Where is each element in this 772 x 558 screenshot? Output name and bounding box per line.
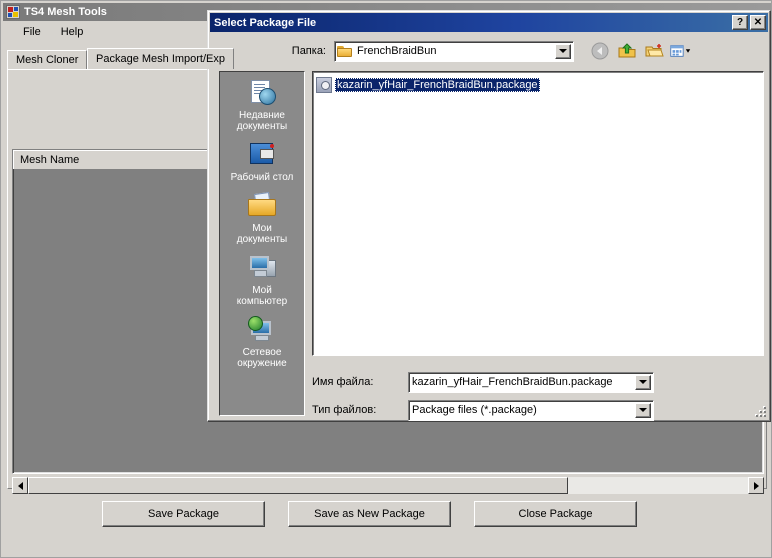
scrollbar-track[interactable] (28, 477, 748, 494)
mesh-list-horizontal-scrollbar[interactable] (12, 477, 764, 494)
file-type-value: Package files (*.package) (412, 404, 537, 416)
scroll-left-button[interactable] (12, 477, 28, 494)
places-item-recent-documents[interactable]: Недавние документы (220, 78, 304, 132)
dialog-titlebar[interactable]: Select Package File ? ✕ (210, 13, 768, 32)
look-in-dropdown-button[interactable] (555, 43, 571, 59)
chevron-down-icon (639, 380, 647, 384)
arrow-left-icon (17, 481, 23, 490)
save-package-button[interactable]: Save Package (102, 501, 265, 527)
close-button[interactable]: ✕ (750, 15, 766, 30)
screen: TS4 Mesh Tools File Help Mesh Cloner Pac… (0, 0, 772, 558)
file-list[interactable]: kazarin_yfHair_FrenchBraidBun.package (312, 71, 764, 356)
app-squares-icon (6, 5, 20, 19)
recent-documents-icon (246, 78, 278, 108)
file-name-combobox[interactable]: kazarin_yfHair_FrenchBraidBun.package (408, 371, 654, 393)
tab-package-mesh-import-export[interactable]: Package Mesh Import/Exp (87, 48, 235, 69)
resize-grip[interactable] (754, 405, 767, 418)
dialog-title: Select Package File (214, 16, 317, 29)
scroll-right-button[interactable] (748, 477, 764, 494)
look-in-combobox[interactable]: FrenchBraidBun (334, 40, 574, 62)
help-button[interactable]: ? (732, 15, 748, 30)
file-type-dropdown-button[interactable] (635, 402, 651, 418)
file-name-value: kazarin_yfHair_FrenchBraidBun.package (412, 376, 613, 388)
up-one-level-button[interactable] (615, 40, 638, 62)
file-type-label-text: Тип файлов: (312, 404, 377, 416)
places-item-desktop[interactable]: Рабочий стол (220, 140, 304, 183)
file-name-dropdown-button[interactable] (635, 374, 651, 390)
save-as-new-package-button[interactable]: Save as New Package (288, 501, 451, 527)
my-computer-icon (246, 253, 278, 283)
places-label-line1: Недавние (239, 110, 285, 121)
new-folder-icon (645, 44, 664, 57)
places-label-line2: окружение (237, 358, 287, 369)
places-item-my-documents[interactable]: Мои документы (220, 191, 304, 245)
views-button[interactable] (669, 40, 692, 62)
places-label-line1: Рабочий стол (230, 172, 294, 183)
list-item[interactable]: kazarin_yfHair_FrenchBraidBun.package (316, 76, 540, 93)
file-type-combobox[interactable]: Package files (*.package) (408, 399, 654, 421)
main-window-title: TS4 Mesh Tools (24, 6, 107, 18)
back-button[interactable] (588, 40, 611, 62)
chevron-down-icon (559, 49, 567, 53)
chevron-down-icon (639, 408, 647, 412)
places-label-line1: Сетевое (242, 347, 282, 358)
create-new-folder-button[interactable] (642, 40, 665, 62)
select-package-file-dialog: Select Package File ? ✕ Папка: FrenchBra… (207, 10, 771, 422)
network-places-icon (246, 315, 278, 345)
menu-item-file[interactable]: File (13, 24, 51, 40)
places-label-line1: Мои (252, 223, 272, 234)
places-label-line2: компьютер (236, 296, 288, 307)
file-name-label: kazarin_yfHair_FrenchBraidBun.package (335, 77, 540, 92)
places-item-my-computer[interactable]: Мой компьютер (220, 253, 304, 307)
arrow-right-icon (753, 481, 759, 490)
places-label-line2: документы (236, 121, 288, 132)
close-package-button[interactable]: Close Package (474, 501, 637, 527)
scrollbar-thumb[interactable] (28, 477, 568, 494)
bottom-button-bar: Save Package Save as New Package Close P… (1, 501, 772, 531)
look-in-row: Папка: FrenchBraidBun (216, 39, 764, 63)
places-item-network-places[interactable]: Сетевое окружение (220, 315, 304, 369)
folder-icon (337, 45, 353, 58)
file-name-label-text: Имя файла: (312, 376, 374, 388)
back-icon (591, 42, 608, 60)
dialog-toolbar (588, 40, 692, 62)
file-type-row: Тип файлов: Package files (*.package) (312, 399, 764, 421)
look-in-value: FrenchBraidBun (357, 45, 437, 57)
package-file-icon (316, 76, 332, 93)
my-documents-icon (246, 191, 278, 221)
desktop-icon (246, 140, 278, 170)
places-label-line2: документы (236, 234, 288, 245)
file-name-row: Имя файла: kazarin_yfHair_FrenchBraidBun… (312, 371, 764, 393)
tab-mesh-cloner[interactable]: Mesh Cloner (7, 50, 88, 69)
views-icon (670, 45, 691, 57)
menu-item-help[interactable]: Help (51, 24, 94, 40)
places-label-line1: Мой (252, 285, 272, 296)
places-bar: Недавние документы Рабочий стол Мои доку… (219, 71, 305, 416)
up-folder-icon (618, 43, 635, 58)
